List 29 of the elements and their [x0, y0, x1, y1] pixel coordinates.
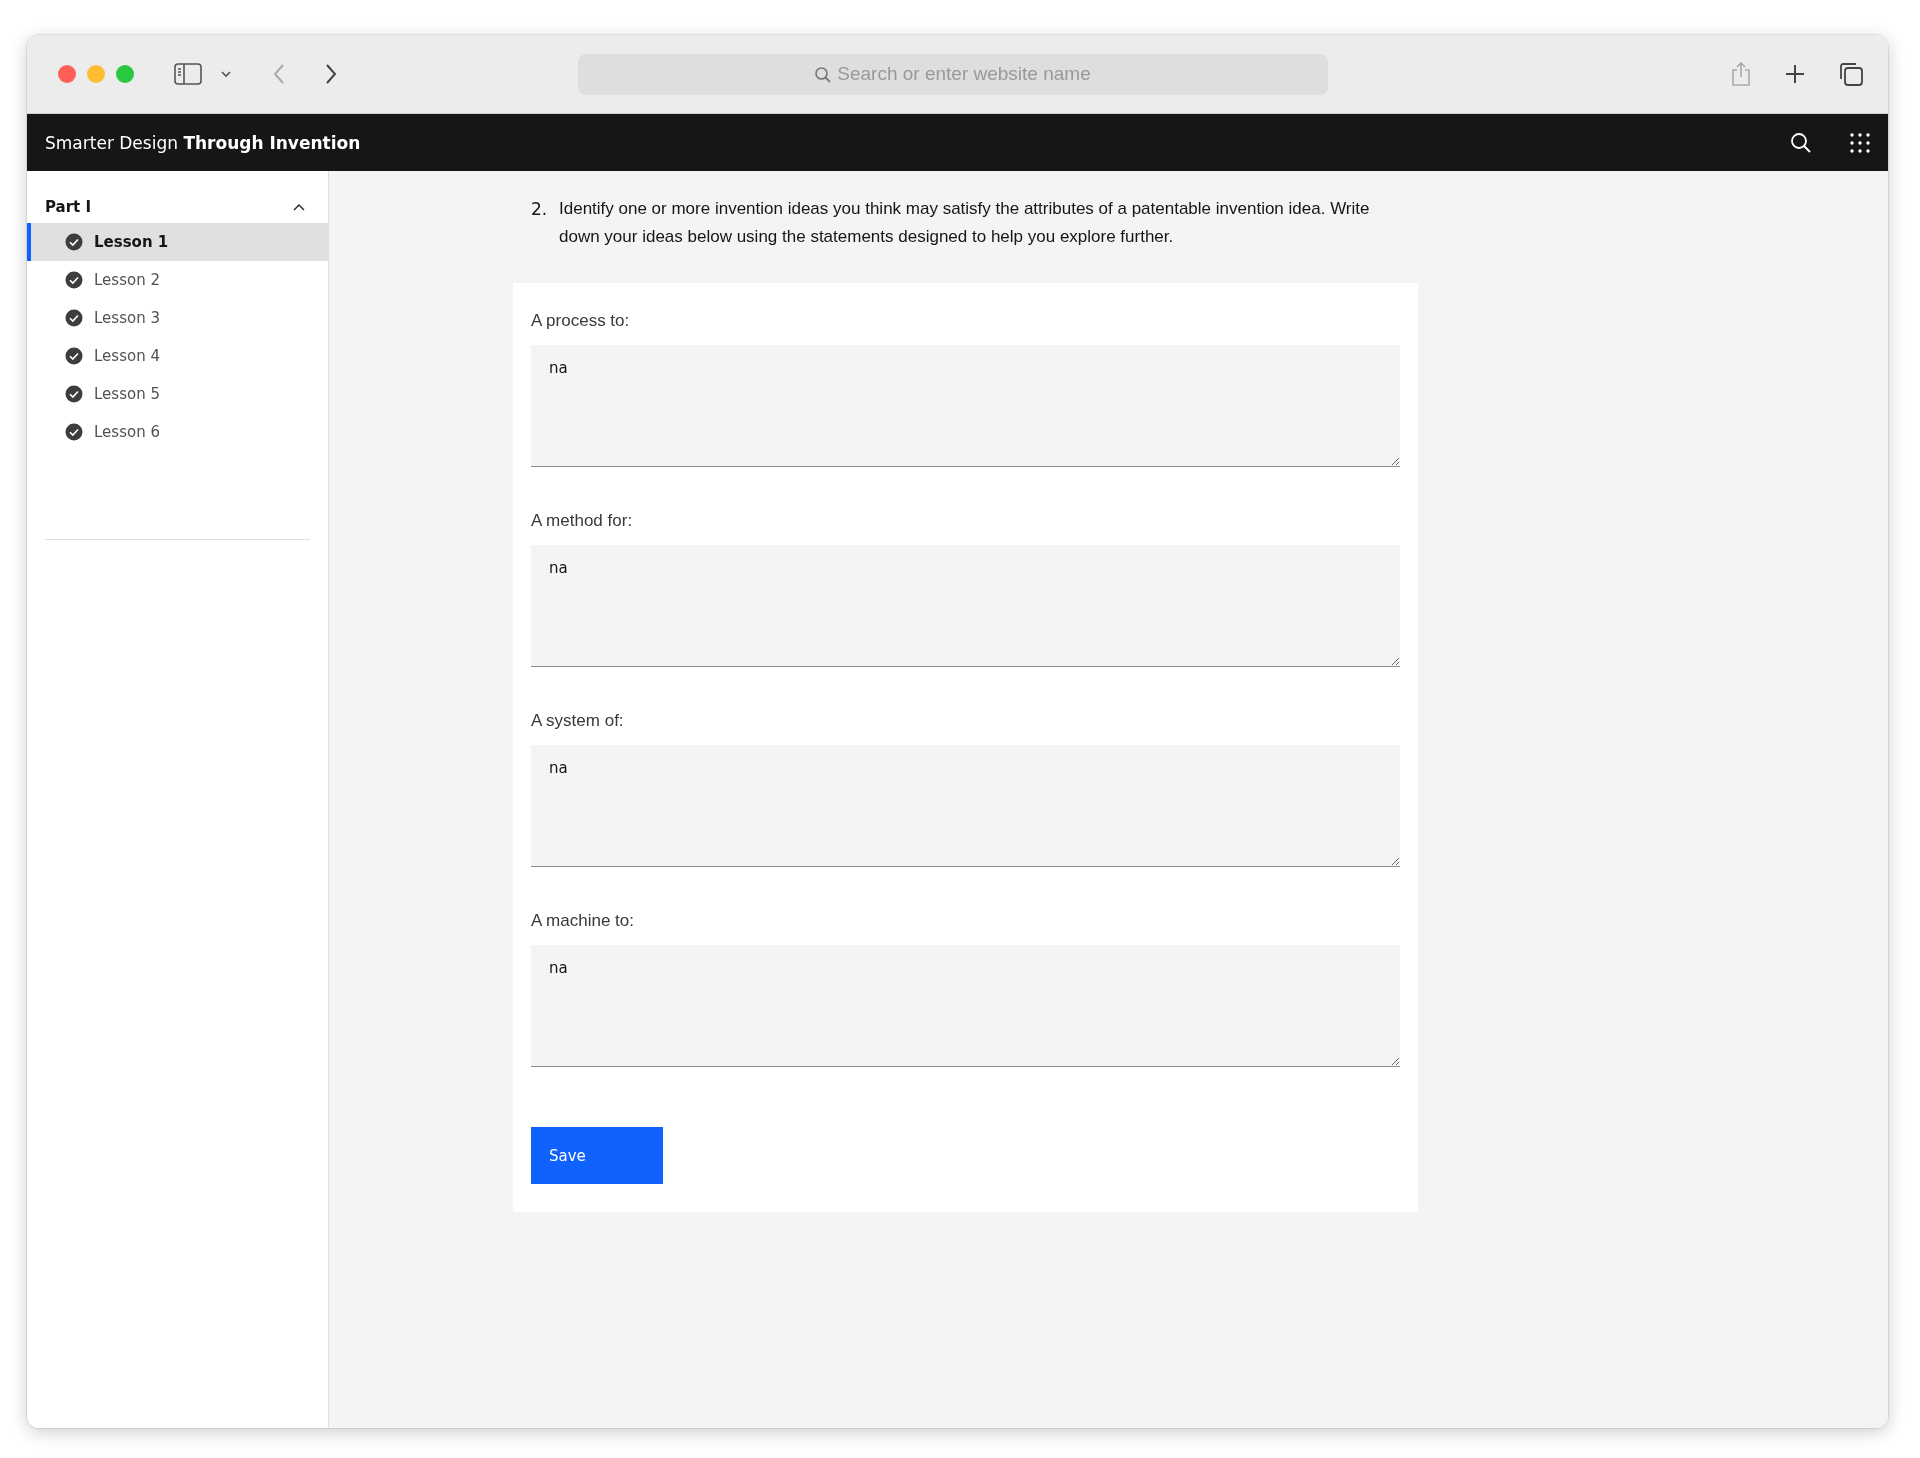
- question-number: 2.: [531, 198, 549, 221]
- lesson-item[interactable]: Lesson 5: [27, 375, 328, 413]
- text-area[interactable]: na: [531, 945, 1400, 1067]
- lesson-item[interactable]: Lesson 2: [27, 261, 328, 299]
- field-label: A system of:: [531, 711, 625, 731]
- tabs-icon[interactable]: [1838, 61, 1864, 87]
- section-header[interactable]: Part I: [27, 191, 328, 223]
- text-area[interactable]: na: [531, 545, 1400, 667]
- plus-icon[interactable]: [1784, 63, 1806, 85]
- site-title[interactable]: Smarter Design Through Invention: [45, 132, 361, 153]
- field-label: A machine to:: [531, 911, 635, 931]
- text-area[interactable]: na: [531, 745, 1400, 867]
- lesson-item[interactable]: Lesson 1: [27, 223, 328, 261]
- field-label: A process to:: [531, 311, 631, 331]
- save-button[interactable]: Save: [531, 1127, 663, 1184]
- address-bar[interactable]: Search or enter website name: [578, 53, 1328, 95]
- app-grid-icon[interactable]: [1850, 132, 1870, 153]
- lesson-item[interactable]: Lesson 3: [27, 299, 328, 337]
- forward-icon[interactable]: [324, 63, 338, 85]
- search-icon: [814, 65, 832, 84]
- sidebar-icon[interactable]: [174, 63, 202, 85]
- lesson-item[interactable]: Lesson 4: [27, 337, 328, 375]
- search-icon[interactable]: [1790, 131, 1812, 154]
- text-area[interactable]: na: [531, 345, 1400, 467]
- chevron-down-icon[interactable]: [220, 70, 232, 78]
- close-window-button[interactable]: [58, 65, 76, 83]
- lesson-item[interactable]: Lesson 6: [27, 413, 328, 451]
- field-label: A method for:: [531, 511, 634, 531]
- question-text: Identify one or more invention ideas you think may satisfy the attributes of a patentable invention idea. Write down your ideas below using the statements designed to help you explore further.: [559, 198, 1371, 248]
